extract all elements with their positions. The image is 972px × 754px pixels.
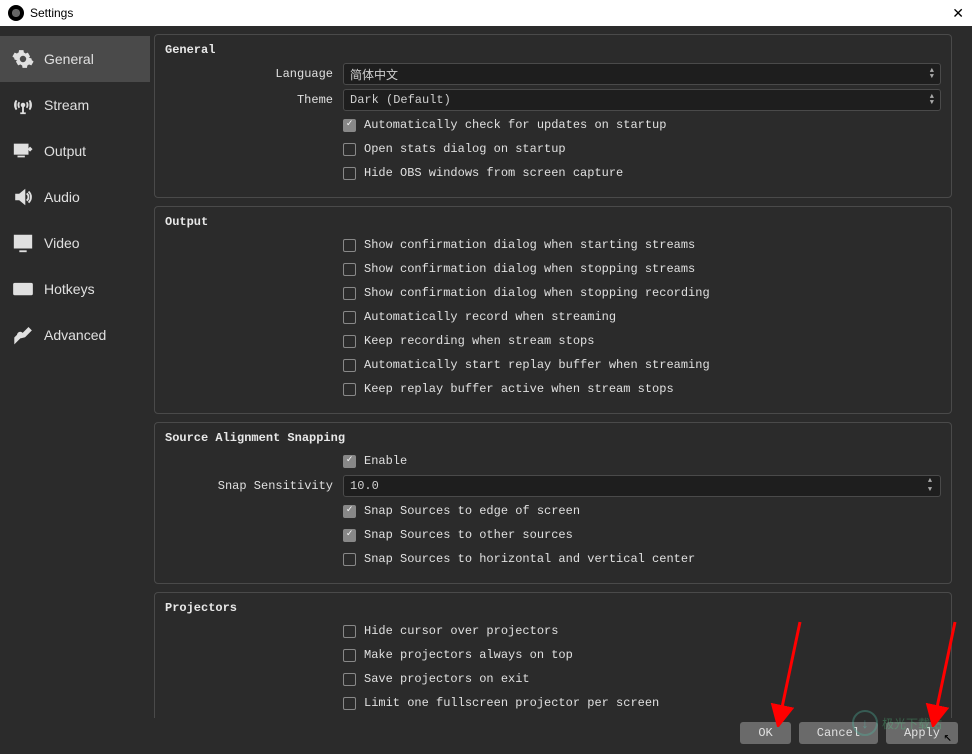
checkbox-always-top[interactable]: Make projectors always on top: [343, 648, 573, 662]
checkbox-icon: [343, 529, 356, 542]
sidebar-item-label: Output: [44, 143, 86, 159]
checkbox-keep-replay[interactable]: Keep replay buffer active when stream st…: [343, 382, 674, 396]
checkbox-icon: [343, 263, 356, 276]
checkbox-auto-record[interactable]: Automatically record when streaming: [343, 310, 616, 324]
group-title: Source Alignment Snapping: [165, 431, 941, 445]
sidebar-item-label: Hotkeys: [44, 281, 95, 297]
checkbox-icon: [343, 649, 356, 662]
sidebar-item-advanced[interactable]: Advanced: [0, 312, 150, 358]
language-dropdown[interactable]: 简体中文 ▲▼: [343, 63, 941, 85]
theme-label: Theme: [165, 93, 343, 107]
sidebar-item-label: Advanced: [44, 327, 106, 343]
checkbox-snap-sources[interactable]: Snap Sources to other sources: [343, 528, 573, 542]
group-title: General: [165, 43, 941, 57]
checkbox-icon: [343, 287, 356, 300]
checkbox-save-exit[interactable]: Save projectors on exit: [343, 672, 530, 686]
ok-button[interactable]: OK: [740, 722, 790, 744]
group-snapping: Source Alignment Snapping Enable Snap Se…: [154, 422, 952, 584]
checkbox-confirm-stop-stream[interactable]: Show confirmation dialog when stopping s…: [343, 262, 695, 276]
checkbox-confirm-start[interactable]: Show confirmation dialog when starting s…: [343, 238, 695, 252]
keyboard-icon: [12, 278, 34, 300]
checkbox-icon: [343, 239, 356, 252]
dropdown-value: 简体中文: [350, 66, 398, 83]
checkbox-snap-center[interactable]: Snap Sources to horizontal and vertical …: [343, 552, 695, 566]
checkbox-icon: [343, 455, 356, 468]
sidebar-item-label: Audio: [44, 189, 80, 205]
spin-buttons[interactable]: ▲▼: [922, 477, 938, 495]
checkbox-icon: [343, 505, 356, 518]
checkbox-check-updates[interactable]: Automatically check for updates on start…: [343, 118, 666, 132]
sidebar: General Stream Output Audio Video Hotkey…: [0, 26, 150, 754]
chevron-up-icon: ▲: [922, 477, 938, 486]
obs-logo-icon: [8, 5, 24, 21]
chevron-updown-icon: ▲▼: [930, 68, 934, 80]
chevron-updown-icon: ▲▼: [930, 94, 934, 106]
checkbox-hide-cursor[interactable]: Hide cursor over projectors: [343, 624, 558, 638]
checkbox-snap-edge[interactable]: Snap Sources to edge of screen: [343, 504, 580, 518]
sidebar-item-video[interactable]: Video: [0, 220, 150, 266]
language-label: Language: [165, 67, 343, 81]
checkbox-limit-one[interactable]: Limit one fullscreen projector per scree…: [343, 696, 659, 710]
cancel-button[interactable]: Cancel: [799, 722, 878, 744]
checkbox-icon: [343, 697, 356, 710]
theme-dropdown[interactable]: Dark (Default) ▲▼: [343, 89, 941, 111]
titlebar: Settings ✕: [0, 0, 972, 26]
checkbox-icon: [343, 119, 356, 132]
sidebar-item-output[interactable]: Output: [0, 128, 150, 174]
main-panel: General Language 简体中文 ▲▼ Theme Dark (De: [150, 26, 972, 754]
checkbox-snapping-enable[interactable]: Enable: [343, 454, 407, 468]
tools-icon: [12, 324, 34, 346]
sidebar-item-hotkeys[interactable]: Hotkeys: [0, 266, 150, 312]
sidebar-item-label: Video: [44, 235, 80, 251]
checkbox-icon: [343, 553, 356, 566]
footer: OK Cancel Apply: [154, 718, 960, 746]
chevron-down-icon: ▼: [922, 486, 938, 495]
checkbox-confirm-stop-rec[interactable]: Show confirmation dialog when stopping r…: [343, 286, 710, 300]
spinbox-value: 10.0: [350, 479, 379, 493]
close-icon[interactable]: ✕: [952, 5, 964, 22]
checkbox-icon: [343, 359, 356, 372]
checkbox-icon: [343, 625, 356, 638]
checkbox-icon: [343, 335, 356, 348]
sensitivity-spinbox[interactable]: 10.0 ▲▼: [343, 475, 941, 497]
sidebar-item-label: Stream: [44, 97, 89, 113]
settings-scroll-area[interactable]: General Language 简体中文 ▲▼ Theme Dark (De: [154, 34, 960, 718]
antenna-icon: [12, 94, 34, 116]
window-title: Settings: [30, 6, 73, 20]
sidebar-item-general[interactable]: General: [0, 36, 150, 82]
checkbox-icon: [343, 143, 356, 156]
checkbox-icon: [343, 167, 356, 180]
checkbox-icon: [343, 383, 356, 396]
checkbox-icon: [343, 673, 356, 686]
checkbox-auto-replay[interactable]: Automatically start replay buffer when s…: [343, 358, 710, 372]
checkbox-icon: [343, 311, 356, 324]
group-general: General Language 简体中文 ▲▼ Theme Dark (De: [154, 34, 952, 198]
group-output: Output Show confirmation dialog when sta…: [154, 206, 952, 414]
gear-icon: [12, 48, 34, 70]
apply-button[interactable]: Apply: [886, 722, 958, 744]
group-title: Projectors: [165, 601, 941, 615]
sensitivity-label: Snap Sensitivity: [165, 479, 343, 493]
sidebar-item-stream[interactable]: Stream: [0, 82, 150, 128]
monitor-icon: [12, 232, 34, 254]
dropdown-value: Dark (Default): [350, 93, 451, 107]
output-icon: [12, 140, 34, 162]
checkbox-open-stats[interactable]: Open stats dialog on startup: [343, 142, 566, 156]
group-title: Output: [165, 215, 941, 229]
group-projectors: Projectors Hide cursor over projectors M…: [154, 592, 952, 718]
speaker-icon: [12, 186, 34, 208]
checkbox-hide-obs[interactable]: Hide OBS windows from screen capture: [343, 166, 623, 180]
checkbox-keep-recording[interactable]: Keep recording when stream stops: [343, 334, 594, 348]
sidebar-item-label: General: [44, 51, 94, 67]
sidebar-item-audio[interactable]: Audio: [0, 174, 150, 220]
